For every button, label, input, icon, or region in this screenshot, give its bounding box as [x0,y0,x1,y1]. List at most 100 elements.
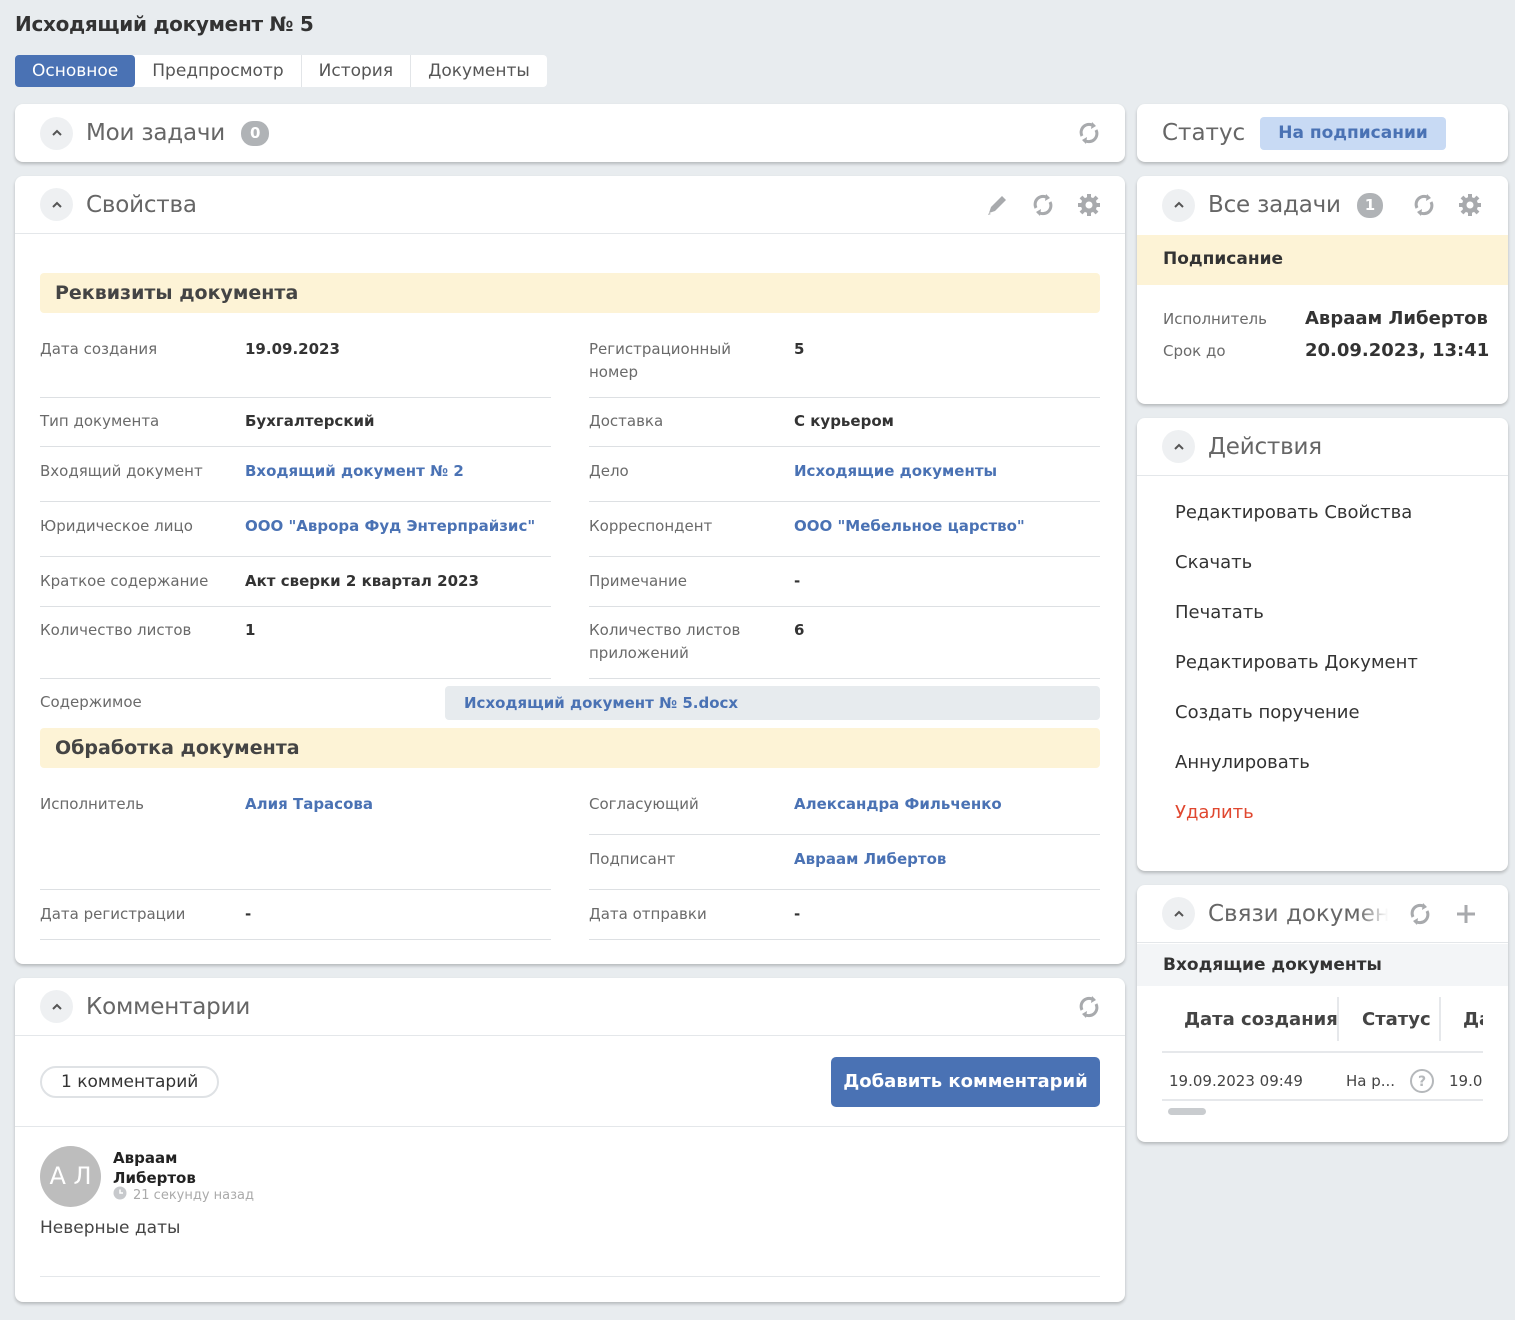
status-card: Статус На подписании [1137,104,1508,162]
content-file-link[interactable]: Исходящий документ № 5.docx [445,686,1100,720]
my-tasks-count-badge: 0 [241,120,270,146]
svg-text:?: ? [1418,1074,1426,1090]
tab-preview[interactable]: Предпросмотр [135,55,302,87]
action-edit-document[interactable]: Редактировать Документ [1175,652,1418,673]
prop-legal-entity: Юридическое лицо ООО "Аврора Фуд Энтерпр… [40,515,551,557]
properties-card: Свойства Реквизиты документа Дата создан… [15,176,1125,964]
prop-content: Содержимое [40,693,142,711]
incoming-doc-link[interactable]: Входящий документ № 2 [245,460,464,483]
gear-icon[interactable] [1075,191,1103,219]
links-card: Связи докумен Входящие документы Дата со… [1137,885,1508,1142]
comment-time: 21 секунду назад [113,1186,254,1204]
action-download[interactable]: Скачать [1175,552,1252,573]
prop-creation-date: Дата создания 19.09.2023 [40,338,551,398]
row-date2: 19.0⁠9 [1449,1072,1483,1090]
prop-reg-date: Дата регистрации - [40,903,551,940]
tab-main[interactable]: Основное [15,55,136,87]
prop-app-sheets: Количество листов приложений 6 [589,619,1100,679]
prop-incoming-doc: Входящий документ Входящий документ № 2 [40,460,551,502]
all-tasks-card: Все задачи 1 Подписание Исполнитель Авра… [1137,176,1508,404]
tab-documents[interactable]: Документы [411,55,547,87]
chevron-up-icon[interactable] [1162,897,1195,930]
prop-executor: Исполнитель Алия Тарасова [40,793,551,890]
legal-entity-link[interactable]: ООО "Аврора Фуд Энтерпрайзис" [245,515,535,538]
task-due-value: 20.09.2023, 13:41 [1305,340,1490,361]
all-tasks-header: Все задачи 1 [1137,176,1508,234]
prop-correspondent: Корреспондент ООО "Мебельное царство" [589,515,1100,557]
task-due-label: Срок до [1163,342,1226,360]
my-tasks-title: Мои задачи [86,120,226,146]
links-title: Связи докумен [1208,900,1388,927]
approver-link[interactable]: Александра Фильченко [794,793,1002,816]
all-tasks-title: Все задачи [1208,192,1341,218]
section-requisites: Реквизиты документа [40,273,1100,313]
actions-title: Действия [1208,433,1322,460]
gear-icon[interactable] [1456,191,1484,219]
my-tasks-header: Мои задачи 0 [15,104,1125,162]
add-comment-button[interactable]: Добавить комментарий [831,1057,1100,1107]
links-section-header: Входящие документы [1137,944,1508,986]
tab-history[interactable]: История [302,55,412,87]
clock-icon [113,1186,127,1204]
chevron-up-icon[interactable] [40,990,73,1023]
comment-text: Неверные даты [40,1218,181,1238]
prop-signer: Подписант Авраам Либертов [589,848,1100,890]
column-header-date[interactable]: Дата создания [1184,1009,1338,1030]
action-delete[interactable]: Удалить [1175,802,1254,823]
chevron-up-icon[interactable] [40,116,73,150]
task-executor-value: Авраам Либертов [1305,308,1488,329]
action-create-assignment[interactable]: Создать поручение [1175,702,1360,723]
chevron-up-icon[interactable] [40,188,73,221]
task-item[interactable]: Подписание [1137,235,1508,285]
executor-link[interactable]: Алия Тарасова [245,793,373,816]
prop-approver: Согласующий Александра Фильченко [589,793,1100,835]
prop-sheets: Количество листов 1 [40,619,551,679]
horizontal-scrollbar[interactable] [1168,1108,1206,1115]
prop-delivery: Доставка С курьером [589,410,1100,447]
status-badge: На подписании [1260,116,1446,150]
all-tasks-count-badge: 1 [1356,192,1384,218]
signer-link[interactable]: Авраам Либертов [794,848,946,871]
row-date: 19.09.2023 09:49 [1169,1072,1303,1090]
comment-author[interactable]: Авраам Либертов [113,1148,196,1188]
chevron-up-icon[interactable] [1162,430,1195,463]
tab-bar: Основное Предпросмотр История Документы [15,55,547,87]
page-title: Исходящий документ № 5 [15,12,314,36]
my-tasks-card: Мои задачи 0 [15,104,1125,162]
question-icon[interactable]: ? [1409,1068,1435,1098]
prop-reg-number: Регистрационный номер 5 [589,338,1100,398]
task-name: Подписание [1163,249,1284,269]
refresh-icon[interactable] [1075,119,1103,147]
action-cancel[interactable]: Аннулировать [1175,752,1310,773]
section-processing: Обработка документа [40,728,1100,768]
correspondent-link[interactable]: ООО "Мебельное царство" [794,515,1025,538]
case-link[interactable]: Исходящие документы [794,460,997,483]
refresh-icon[interactable] [1410,191,1438,219]
action-print[interactable]: Печатать [1175,602,1264,623]
row-status: На р... [1346,1072,1396,1090]
prop-note: Примечание - [589,570,1100,607]
plus-icon[interactable] [1452,900,1480,928]
comments-title: Комментарии [86,993,251,1020]
column-header-status[interactable]: Статус [1362,1009,1431,1030]
task-executor-label: Исполнитель [1163,310,1267,328]
prop-summary: Краткое содержание Акт сверки 2 квартал … [40,570,551,607]
chevron-up-icon[interactable] [1162,188,1195,222]
refresh-icon[interactable] [1406,900,1434,928]
actions-header: Действия [1137,418,1508,476]
properties-header: Свойства [15,176,1125,234]
links-header: Связи докумен [1137,885,1508,943]
prop-send-date: Дата отправки - [589,903,1100,940]
actions-card: Действия Редактировать Свойства Скачать … [1137,418,1508,871]
avatar: А Л [40,1146,101,1207]
comments-header: Комментарии [15,978,1125,1036]
comments-count-pill: 1 комментарий [40,1066,220,1098]
prop-case: Дело Исходящие документы [589,460,1100,502]
action-edit-properties[interactable]: Редактировать Свойства [1175,502,1412,523]
refresh-icon[interactable] [1029,191,1057,219]
column-header-date2[interactable]: Да [1463,1009,1483,1030]
status-title: Статус [1162,120,1246,146]
pencil-icon[interactable] [983,191,1011,219]
refresh-icon[interactable] [1075,993,1103,1021]
properties-title: Свойства [86,191,197,218]
